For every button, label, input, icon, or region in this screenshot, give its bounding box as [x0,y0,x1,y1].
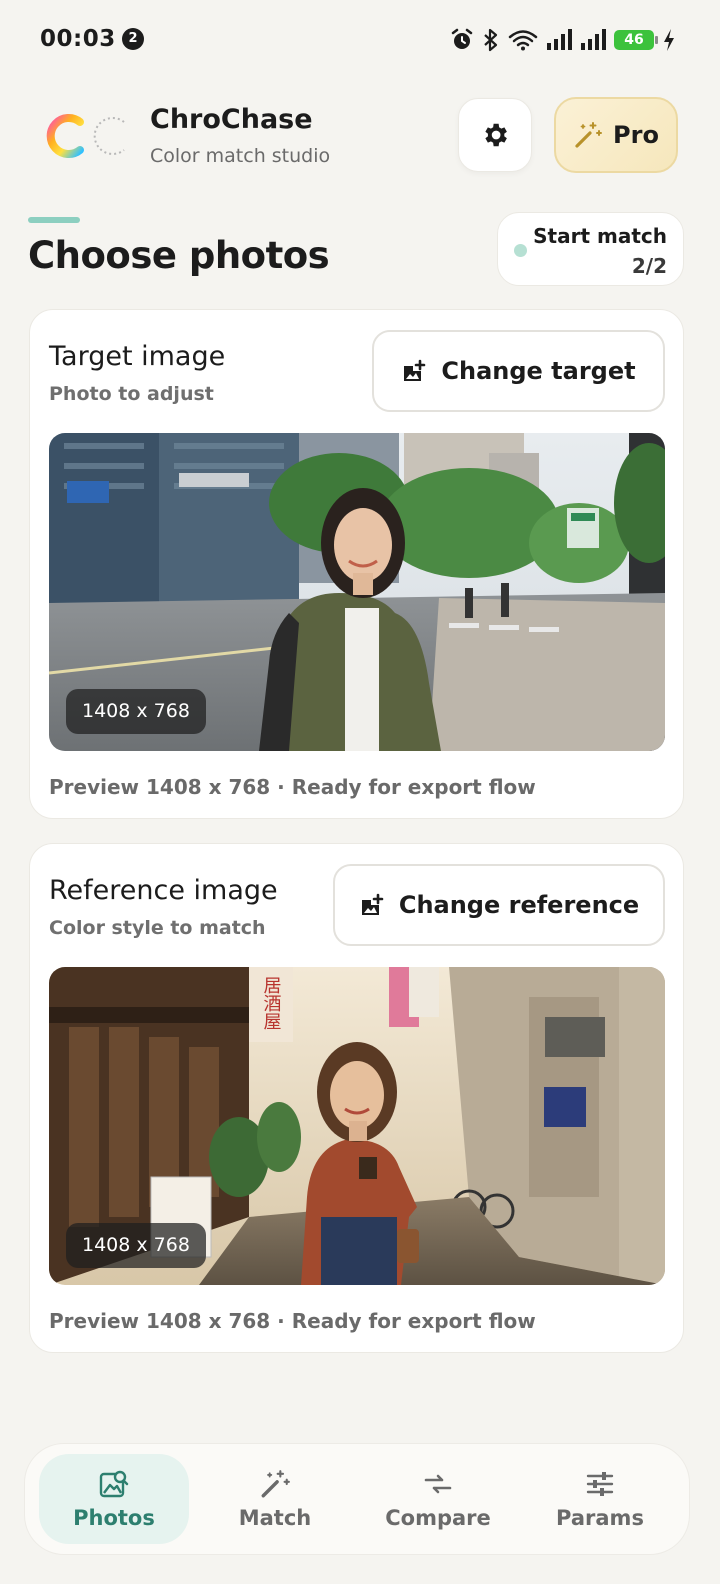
charging-icon [664,29,674,51]
reference-dimension-badge: 1408 x 768 [66,1223,206,1268]
nav-label-photos: Photos [73,1506,155,1530]
bottom-navigation: Photos Match Compare Params [24,1443,690,1555]
change-reference-label: Change reference [398,891,640,919]
change-target-button[interactable]: Change target [372,330,665,412]
photo-search-icon [99,1470,129,1498]
signal-icon [581,29,606,50]
izakaya-sign-top: 居酒屋 [261,976,282,1030]
reference-card-title: Reference image [49,875,278,906]
nav-item-compare[interactable]: Compare [363,1454,513,1544]
battery-icon: 46 [614,30,658,50]
wifi-icon [508,30,538,51]
app-logo [46,114,125,158]
app-name: ChroChase [150,104,313,135]
reference-card-subtitle: Color style to match [49,917,266,939]
target-card-subtitle: Photo to adjust [49,383,214,405]
app-subtitle: Color match studio [150,145,331,167]
gear-icon [485,123,507,147]
target-preview-note: Preview 1408 x 768 · Ready for export fl… [49,775,536,799]
reference-image-preview[interactable]: 居酒屋 1408 x 768 [49,967,665,1285]
magic-wand-icon [261,1470,290,1498]
page-title: Choose photos [28,234,330,277]
signal-icon [547,29,572,50]
start-match-button[interactable]: Start match 2/2 [497,212,684,286]
target-card-title: Target image [49,341,226,372]
status-dot [514,244,527,257]
nav-label-compare: Compare [385,1506,491,1530]
target-image-card: Target image Photo to adjust Change targ… [29,309,684,819]
status-time: 00:03 [40,26,116,52]
add-photo-icon [361,893,384,915]
compare-arrows-icon [424,1474,452,1494]
pro-button[interactable]: Pro [554,97,678,173]
settings-button[interactable] [458,98,532,172]
alarm-icon [451,28,473,49]
section-accent-bar [28,217,80,223]
start-match-label: Start match [533,224,667,248]
nav-label-params: Params [556,1506,644,1530]
bluetooth-icon [484,28,498,52]
change-target-label: Change target [441,357,636,385]
magic-wand-icon [575,122,603,148]
nav-item-params[interactable]: Params [525,1454,675,1544]
add-photo-icon [404,359,426,381]
start-match-count: 2/2 [631,254,667,278]
nav-item-photos[interactable]: Photos [39,1454,189,1544]
reference-image-card: Reference image Color style to match Cha… [29,843,684,1353]
target-dimension-badge: 1408 x 768 [66,689,206,734]
status-bar: 00:03 2 46 [0,0,720,80]
notification-count-badge: 2 [122,28,144,50]
target-image-preview[interactable]: 1408 x 768 [49,433,665,751]
nav-item-match[interactable]: Match [200,1454,350,1544]
change-reference-button[interactable]: Change reference [333,864,665,946]
nav-label-match: Match [238,1506,312,1530]
sliders-icon [586,1472,614,1496]
pro-label: Pro [613,121,659,149]
status-icons: 46 [450,24,676,56]
reference-preview-note: Preview 1408 x 768 · Ready for export fl… [49,1309,536,1333]
